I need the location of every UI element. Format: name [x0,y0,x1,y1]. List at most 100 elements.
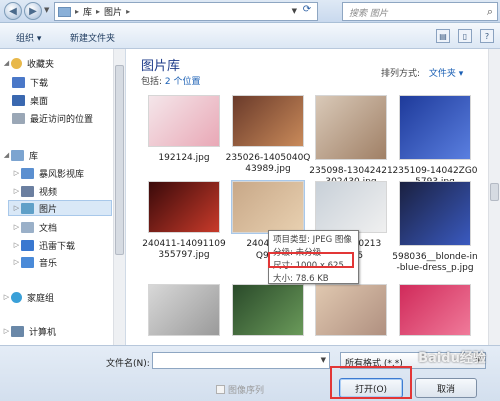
filename-input[interactable]: ▼ [152,352,330,369]
arrange-by-dropdown[interactable]: 文件夹 ▾ [429,69,463,79]
back-button[interactable]: ◀ [4,2,22,20]
forward-button[interactable]: ▶ [24,2,42,20]
expand-arrow-icon[interactable]: ▷ [2,293,11,301]
image-thumbnail[interactable] [231,180,305,234]
expand-arrow-icon[interactable]: ▷ [12,241,21,249]
new-folder-button[interactable]: 新建文件夹 [70,31,115,44]
file-list-scrollbar[interactable] [488,49,500,345]
file-thumbnail-item[interactable]: 192124.jpg [141,95,227,164]
file-thumbnail-item[interactable]: 235109-14042ZG05793.jpg [392,95,478,188]
dimensions-highlight-box [268,252,354,268]
search-icon[interactable]: ⌕ [487,5,493,19]
sidebar-scrollbar[interactable] [113,49,125,345]
file-thumbnail-item[interactable]: 235026-1405040Q43989.jpg [225,95,311,175]
file-thumbnail-item[interactable] [141,284,227,336]
sidebar-item-thunder-downloads[interactable]: ▷ 迅雷下载 [12,237,124,253]
filename-history-dropdown-icon[interactable]: ▼ [321,356,326,364]
arrange-by: 排列方式: 文件夹 ▾ [381,66,463,79]
sidebar-item-downloads[interactable]: 下载 [12,74,124,90]
sidebar-item-libraries[interactable]: ◢ 库 [2,147,114,163]
breadcrumb-separator-icon[interactable]: ▸ [75,7,79,16]
sidebar-item-label: 家庭组 [27,293,55,304]
sidebar-item-label: 计算机 [29,327,57,338]
includes-locations-link[interactable]: 2 个位置 [165,77,201,87]
sidebar-item-homegroup[interactable]: ▷ 家庭组 [2,289,114,305]
baidu-watermark-logo: Baidu经验 [418,350,486,366]
sidebar-item-recent-places[interactable]: 最近访问的位置 [12,110,124,126]
breadcrumb-separator-icon[interactable]: ▸ [96,7,100,16]
search-input[interactable]: 搜索 图片 ⌕ [342,2,498,21]
breadcrumb-library[interactable]: 库 [83,5,92,18]
image-thumbnail[interactable] [315,95,387,160]
address-field[interactable]: ▸ 库 ▸ 图片 ▸ ▼ ⟳ [54,2,318,21]
tooltip-item-type: 项目类型: JPEG 图像 [273,235,352,245]
address-dropdown-icon[interactable]: ▼ [292,7,297,15]
sidebar-item-label: 视频 [39,187,58,198]
sidebar-item-videos[interactable]: ▷ 视频 [12,183,124,199]
file-thumbnail-item[interactable]: 598036__blonde-in-blue-dress_p.jpg [392,181,478,274]
image-thumbnail[interactable] [148,181,220,233]
expand-arrow-icon[interactable]: ▷ [2,327,11,335]
forward-arrow-icon: ▶ [29,5,37,17]
file-thumbnail-item[interactable] [308,284,394,336]
sidebar-item-favorites[interactable]: ◢ 收藏夹 [2,55,114,71]
image-thumbnail[interactable] [399,95,471,160]
pictures-library-icon [21,202,34,214]
breadcrumb-pictures[interactable]: 图片 [104,5,122,18]
tooltip-file-size: 大小: 78.6 KB [273,274,329,284]
star-icon [11,57,22,69]
image-thumbnail[interactable] [315,181,387,233]
help-icon[interactable]: ? [480,29,494,43]
homegroup-icon [11,291,22,303]
collapse-arrow-icon[interactable]: ◢ [2,151,11,159]
video-library-icon [21,185,34,197]
folder-icon [58,6,71,17]
file-thumbnail-item[interactable]: 240411-14091109355797.jpg [141,181,227,261]
expand-arrow-icon[interactable]: ▷ [12,187,21,195]
sidebar-item-label: 库 [29,151,39,162]
image-thumbnail[interactable] [148,284,220,336]
address-bar-region: ◀ ▶ ▼ ▸ 库 ▸ 图片 ▸ ▼ ⟳ 搜索 图片 ⌕ [0,0,500,23]
sidebar-item-music[interactable]: ▷ 音乐 [12,254,124,270]
collapse-arrow-icon[interactable]: ◢ [2,59,11,67]
expand-arrow-icon[interactable]: ▷ [12,204,21,212]
sidebar-item-documents[interactable]: ▷ 文档 [12,219,124,235]
sidebar-scrollbar-thumb[interactable] [115,65,124,255]
image-thumbnail[interactable] [399,181,471,246]
sidebar-item-label: 迅雷下载 [39,241,76,252]
preview-pane-icon[interactable]: ▯ [458,29,472,43]
sidebar-item-label: 暴风影视库 [39,169,85,180]
image-thumbnail[interactable] [148,95,220,147]
expand-arrow-icon[interactable]: ▷ [12,258,21,266]
image-thumbnail[interactable] [232,95,304,147]
image-thumbnail[interactable] [399,284,471,336]
sidebar-item-label: 音乐 [39,258,58,269]
sidebar-item-desktop[interactable]: 桌面 [12,92,124,108]
breadcrumb-separator-icon[interactable]: ▸ [126,7,130,16]
image-sequence-checkbox [216,385,225,394]
organize-menu[interactable]: 组织 ▾ [16,31,41,44]
file-thumbnail-item[interactable] [225,284,311,336]
file-thumbnail-item[interactable] [392,284,478,336]
sidebar-item-computer[interactable]: ▷ 计算机 [2,323,114,339]
back-arrow-icon: ◀ [9,5,17,17]
recent-places-icon [12,112,25,124]
desktop-icon [12,94,25,106]
command-toolbar: 组织 ▾ 新建文件夹 ▤ ▯ ? [0,23,500,49]
expand-arrow-icon[interactable]: ▷ [12,169,21,177]
file-thumbnail-item[interactable]: 235098-13042421302430.jpg [308,95,394,188]
view-options-icon[interactable]: ▤ [436,29,450,43]
library-icon [11,149,24,161]
image-thumbnail[interactable] [232,284,304,336]
file-list-scrollbar-thumb[interactable] [490,183,499,201]
cancel-button[interactable]: 取消 [415,378,477,398]
refresh-icon[interactable]: ⟳ [299,4,315,19]
sidebar-item-pictures[interactable]: ▷ 图片 [8,200,112,216]
image-sequence-option: 图像序列 [216,383,264,396]
filename-label: 文件名(N): [106,359,150,369]
thunder-download-icon [21,239,34,251]
expand-arrow-icon[interactable]: ▷ [12,223,21,231]
recent-pages-dropdown[interactable]: ▼ [44,6,49,14]
image-thumbnail[interactable] [315,284,387,336]
sidebar-item-media-library[interactable]: ▷ 暴风影视库 [12,165,124,181]
